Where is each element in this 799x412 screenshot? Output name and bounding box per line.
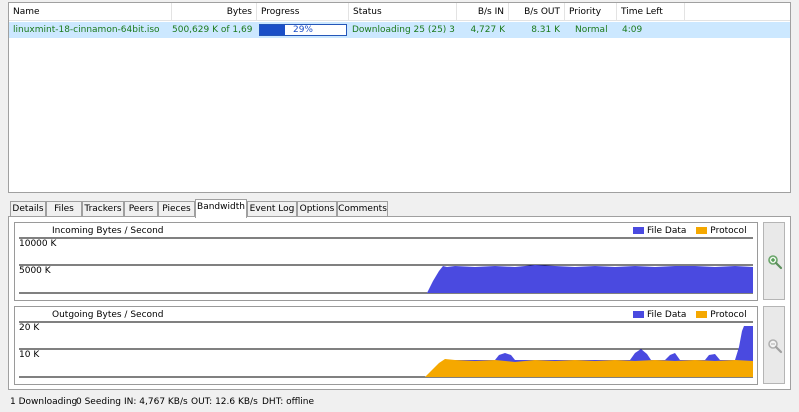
column-header-progress[interactable]: Progress <box>257 3 349 21</box>
torrent-list[interactable]: Name Bytes Progress Status B/s IN B/s OU… <box>8 2 791 193</box>
column-header-time-left[interactable]: Time Left <box>617 3 685 21</box>
incoming-file-data-area <box>427 265 753 293</box>
progress-text: 29% <box>292 25 313 35</box>
status-seeding: 0 Seeding <box>76 397 122 407</box>
column-header-bs-out[interactable]: B/s OUT <box>509 3 565 21</box>
tab-event-log[interactable]: Event Log <box>247 201 297 217</box>
column-header-status[interactable]: Status <box>349 3 457 21</box>
tab-details[interactable]: Details <box>10 201 46 217</box>
column-header-bytes[interactable]: Bytes <box>172 3 257 21</box>
tab-options[interactable]: Options <box>297 201 337 217</box>
column-header-priority[interactable]: Priority <box>565 3 617 21</box>
incoming-graph: Incoming Bytes / Second File Data Protoc… <box>14 222 758 301</box>
column-header-name[interactable]: Name <box>9 3 172 21</box>
magnifier-icon <box>768 339 783 354</box>
tab-peers[interactable]: Peers <box>124 201 158 217</box>
outgoing-graph: Outgoing Bytes / Second File Data Protoc… <box>14 306 758 385</box>
tab-bandwidth[interactable]: Bandwidth <box>195 199 247 218</box>
tab-files[interactable]: Files <box>46 201 82 217</box>
torrent-bs-out: 8.31 K <box>531 25 560 35</box>
torrent-status: Downloading 25 (25) 3 (5) <box>352 25 458 35</box>
tab-trackers[interactable]: Trackers <box>82 201 124 217</box>
table-row[interactable]: linuxmint-18-cinnamon-64bit.iso 500,629 … <box>9 22 790 38</box>
torrent-name: linuxmint-18-cinnamon-64bit.iso <box>13 25 160 35</box>
magnifier-icon <box>768 255 783 270</box>
torrent-priority: Normal <box>575 25 608 35</box>
torrent-time-left: 4:09 <box>622 25 643 35</box>
torrent-bs-in: 4,727 K <box>470 25 505 35</box>
incoming-zoom-button[interactable] <box>763 222 785 300</box>
outgoing-protocol-area <box>425 359 753 377</box>
outgoing-zoom-button[interactable] <box>763 306 785 384</box>
tab-pieces[interactable]: Pieces <box>158 201 195 217</box>
status-out: OUT: 12.6 KB/s <box>191 397 258 407</box>
progress-bar: 29% <box>259 24 347 36</box>
incoming-graph-plot <box>19 237 753 294</box>
status-bar: 1 Downloading 0 Seeding IN: 4,767 KB/s O… <box>0 392 799 412</box>
list-header: Name Bytes Progress Status B/s IN B/s OU… <box>9 3 790 21</box>
torrent-bytes: 500,629 K of 1,697,90 <box>172 25 253 35</box>
status-dht: DHT: offline <box>262 397 315 407</box>
outgoing-graph-plot <box>19 321 753 378</box>
status-downloading: 1 Downloading <box>10 397 78 407</box>
status-in: IN: 4,767 KB/s <box>124 397 188 407</box>
tab-comments[interactable]: Comments <box>337 201 388 217</box>
column-header-bs-in[interactable]: B/s IN <box>457 3 509 21</box>
